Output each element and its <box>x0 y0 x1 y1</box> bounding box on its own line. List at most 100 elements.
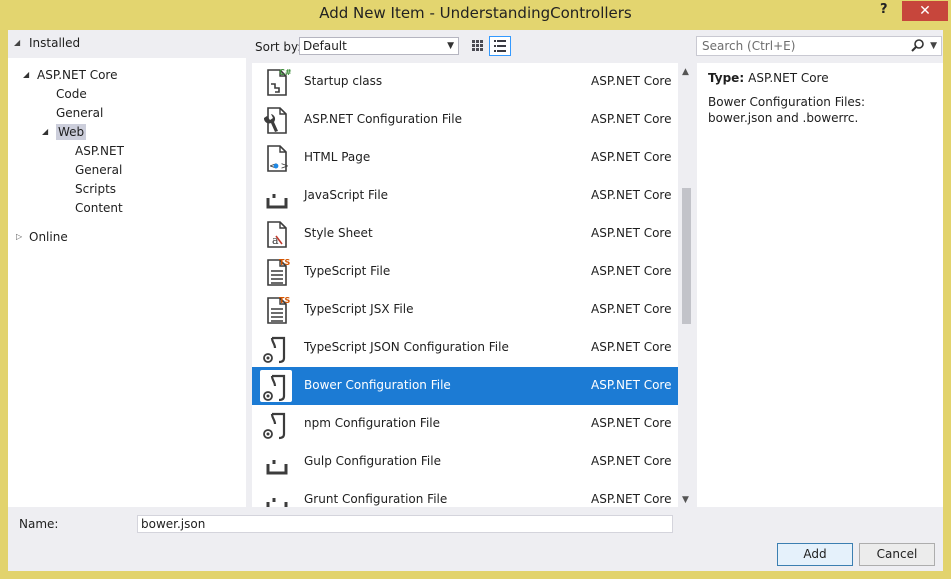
search-placeholder: Search (Ctrl+E) <box>702 39 796 53</box>
scroll-up-icon[interactable]: ▲ <box>682 67 689 77</box>
tree-node-label: ASP.NET Core <box>37 68 118 82</box>
template-category: ASP.NET Core <box>591 188 672 202</box>
template-category: ASP.NET Core <box>591 150 672 164</box>
template-category: ASP.NET Core <box>591 264 672 278</box>
template-name: ASP.NET Configuration File <box>304 112 462 126</box>
template-category: ASP.NET Core <box>591 492 672 506</box>
json-config-icon <box>260 332 292 364</box>
template-name: Bower Configuration File <box>304 378 451 392</box>
template-name: TypeScript File <box>304 264 391 278</box>
search-options-chevron-icon[interactable]: ▼ <box>930 37 937 55</box>
tree-node-label: Code <box>56 87 87 101</box>
add-button[interactable]: Add <box>777 543 853 566</box>
installed-label: Installed <box>29 36 81 50</box>
sort-by-label: Sort by: <box>255 40 302 54</box>
template-row[interactable]: ASP.NET Configuration File ASP.NET Core <box>252 101 678 139</box>
online-label: Online <box>29 230 68 244</box>
list-view-icon <box>494 40 506 52</box>
template-row[interactable]: Grunt Configuration File ASP.NET Core <box>252 481 678 507</box>
template-row[interactable]: npm Configuration File ASP.NET Core <box>252 405 678 443</box>
installed-header[interactable]: ◢ Installed <box>8 30 246 56</box>
template-row[interactable]: TS TypeScript File ASP.NET Core <box>252 253 678 291</box>
expand-arrow-icon[interactable]: ◢ <box>42 123 48 141</box>
template-name: Startup class <box>304 74 383 88</box>
json-config-icon <box>260 370 292 402</box>
details-pane: Type: ASP.NET Core Bower Configuration Fi… <box>697 63 943 507</box>
search-input[interactable]: Search (Ctrl+E) ▼ <box>696 36 942 56</box>
expand-arrow-icon: ◢ <box>14 38 21 47</box>
description-text: Bower Configuration Files: bower.json an… <box>708 95 866 125</box>
type-value: ASP.NET Core <box>748 71 829 85</box>
tree-node-label: General <box>56 106 104 120</box>
template-category: ASP.NET Core <box>591 340 672 354</box>
template-row[interactable]: TypeScript JSON Configuration File ASP.NE… <box>252 329 678 367</box>
csharp-class-icon: C# <box>260 66 292 98</box>
cancel-button[interactable]: Cancel <box>859 543 935 566</box>
svg-text:TS: TS <box>279 296 290 305</box>
stylesheet-icon: a <box>260 218 292 250</box>
tree-node-label: Content <box>75 201 123 215</box>
tree-node-label: Web <box>56 124 87 140</box>
template-category: ASP.NET Core <box>591 302 672 316</box>
title-bar: Add New Item - UnderstandingControllers … <box>0 0 951 30</box>
sort-by-value: Default <box>303 39 347 53</box>
svg-text:C#: C# <box>279 68 292 77</box>
template-category: ASP.NET Core <box>591 226 672 240</box>
template-category: ASP.NET Core <box>591 416 672 430</box>
template-name: Grunt Configuration File <box>304 492 448 506</box>
config-file-icon <box>260 104 292 136</box>
template-row[interactable]: C# Startup class ASP.NET Core <box>252 63 678 101</box>
sort-by-dropdown[interactable]: Default ▼ <box>299 37 459 55</box>
name-field[interactable]: bower.json <box>137 515 673 533</box>
expand-arrow-icon[interactable]: ◢ <box>23 66 29 84</box>
svg-text:TS: TS <box>279 258 290 267</box>
template-name: Gulp Configuration File <box>304 454 441 468</box>
template-category: ASP.NET Core <box>591 454 672 468</box>
collapsed-arrow-icon: ▷ <box>16 232 23 241</box>
tree-node[interactable]: General <box>75 161 122 179</box>
typescript-file-icon: TS <box>260 256 292 288</box>
tree-node[interactable]: Scripts <box>75 180 116 198</box>
close-button[interactable]: ✕ <box>902 1 948 21</box>
tree-node[interactable]: ◢ Web <box>42 123 87 141</box>
template-name: Style Sheet <box>304 226 373 240</box>
template-category: ASP.NET Core <box>591 112 672 126</box>
template-row[interactable]: < > HTML Page ASP.NET Core <box>252 139 678 177</box>
template-list: C# Startup class ASP.NET Core ASP.NET Confi… <box>252 63 678 507</box>
tree-background <box>8 224 246 507</box>
json-config-icon <box>260 408 292 440</box>
template-row[interactable]: TS TypeScript JSX File ASP.NET Core <box>252 291 678 329</box>
search-icon[interactable] <box>911 38 925 57</box>
help-button[interactable]: ? <box>880 2 894 17</box>
html-page-icon: < > <box>260 142 292 174</box>
template-name: npm Configuration File <box>304 416 441 430</box>
chevron-down-icon: ▼ <box>447 41 454 51</box>
name-label: Name: <box>19 517 59 531</box>
template-row[interactable]: Gulp Configuration File ASP.NET Core <box>252 443 678 481</box>
javascript-file-icon <box>260 446 292 478</box>
svg-text:< >: < > <box>269 161 289 172</box>
list-view-button[interactable] <box>489 36 511 56</box>
tree-node[interactable]: ASP.NET <box>75 142 124 160</box>
template-row[interactable]: a Style Sheet ASP.NET Core <box>252 215 678 253</box>
list-scrollbar[interactable]: ▲ ▼ <box>678 63 695 507</box>
tree-node-label: Scripts <box>75 182 117 196</box>
template-name: JavaScript File <box>304 188 389 202</box>
type-label: Type: <box>708 71 745 85</box>
tree-node-label: General <box>75 163 123 177</box>
tree-node[interactable]: Content <box>75 199 123 217</box>
tree-node[interactable]: General <box>56 104 103 122</box>
javascript-file-icon <box>260 180 292 212</box>
template-row[interactable]: Bower Configuration File ASP.NET Core <box>252 367 678 405</box>
template-category: ASP.NET Core <box>591 74 672 88</box>
scroll-down-icon[interactable]: ▼ <box>682 495 689 505</box>
template-name: HTML Page <box>304 150 371 164</box>
grid-view-button[interactable] <box>466 36 488 56</box>
scroll-thumb[interactable] <box>682 188 691 324</box>
template-row[interactable]: JavaScript File ASP.NET Core <box>252 177 678 215</box>
tree-node[interactable]: ◢ ASP.NET Core <box>23 66 118 84</box>
tree-node[interactable]: Code <box>56 85 87 103</box>
window-title: Add New Item - UnderstandingControllers <box>319 4 632 22</box>
online-node[interactable]: ▷ Online <box>8 228 246 248</box>
template-name: TypeScript JSX File <box>304 302 414 316</box>
